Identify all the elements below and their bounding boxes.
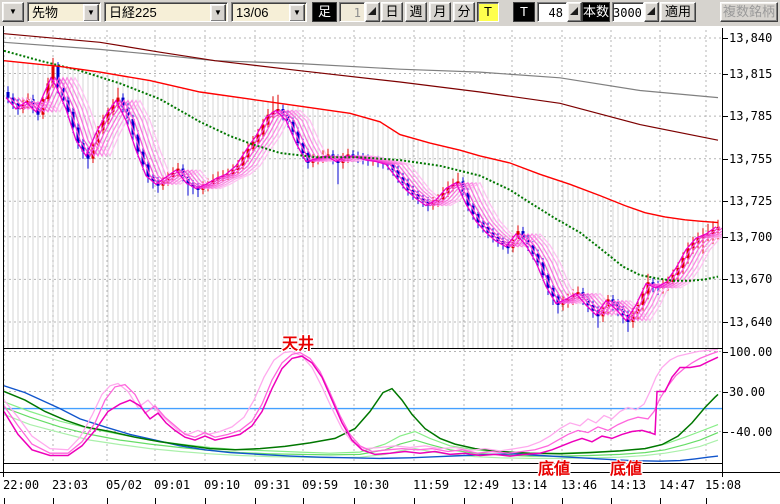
symbol-type-value: 先物	[32, 5, 58, 20]
price-tick-label: 13,785	[729, 109, 772, 123]
time-tick	[660, 498, 661, 504]
period-day-button[interactable]: 日	[381, 2, 403, 22]
mini-combo-button[interactable]: ▼	[2, 2, 24, 22]
oscillator-tick-label: 30.00	[729, 385, 765, 399]
time-tick	[562, 498, 563, 504]
time-tick	[107, 498, 108, 504]
spin-icon	[368, 7, 376, 15]
time-tick	[354, 498, 355, 504]
main-price-chart[interactable]	[4, 30, 722, 348]
price-tick	[722, 116, 728, 117]
interval-input: 1	[339, 2, 365, 22]
price-tick	[722, 38, 728, 39]
time-tick	[706, 498, 707, 504]
time-tick	[205, 498, 206, 504]
chevron-down-icon[interactable]: ▼	[210, 4, 226, 22]
price-tick	[722, 237, 728, 238]
time-tick	[255, 498, 256, 504]
time-tick-label: 09:59	[302, 478, 338, 492]
symbol-name-combo[interactable]: 日経225 ▼	[104, 2, 228, 22]
oscillator-panel[interactable]	[4, 348, 722, 464]
oscillator-tick-label: -40.00	[729, 425, 772, 439]
multi-symbol-button: 複数銘柄	[720, 2, 778, 22]
tick-count-spinner[interactable]	[567, 2, 582, 22]
bar-count-input[interactable]: 3000	[612, 2, 644, 22]
chevron-down-icon: ▼	[9, 7, 17, 16]
chart-region: 13,840 13,815 13,785 13,755 13,725 13,700 13,6…	[0, 26, 780, 500]
chevron-down-icon[interactable]: ▼	[289, 4, 305, 22]
oscillator-tick-label: 100.00	[729, 345, 772, 359]
time-tick-label: 05/02	[106, 478, 142, 492]
symbol-name-value: 日経225	[109, 5, 157, 20]
time-tick-label: 12:49	[463, 478, 499, 492]
tick-interval-label: T	[513, 2, 535, 22]
chart-app-window: ▼ 先物 ▼ 日経225 ▼ 13/06 ▼ 足 1 日 週 月	[0, 0, 780, 500]
price-tick-label: 13,670	[729, 272, 772, 286]
period-minute-button[interactable]: 分	[453, 2, 475, 22]
interval-spinner[interactable]	[365, 2, 380, 22]
price-tick	[722, 322, 728, 323]
price-tick-label: 13,815	[729, 67, 772, 81]
oscillator-tick	[722, 432, 728, 433]
contract-month-value: 13/06	[236, 5, 269, 20]
price-axis-line	[722, 28, 723, 477]
time-tick-label: 13:14	[511, 478, 547, 492]
time-tick-label: 09:01	[154, 478, 190, 492]
price-tick-label: 13,755	[729, 152, 772, 166]
time-tick-label: 14:13	[610, 478, 646, 492]
time-tick	[4, 498, 5, 504]
ashi-label: 足	[312, 2, 337, 22]
oscillator-tick	[722, 392, 728, 393]
annotation-bottom-right: 底値	[610, 455, 642, 479]
bar-count-spinner[interactable]	[644, 2, 659, 22]
symbol-type-combo[interactable]: 先物 ▼	[27, 2, 101, 22]
time-tick-label: 09:31	[254, 478, 290, 492]
toolbar: ▼ 先物 ▼ 日経225 ▼ 13/06 ▼ 足 1 日 週 月	[0, 0, 780, 27]
spin-icon	[570, 7, 578, 15]
annotation-bottom-left: 底値	[538, 455, 570, 479]
oscillator-tick	[722, 352, 728, 353]
time-tick	[53, 498, 54, 504]
price-tick	[722, 159, 728, 160]
time-tick-label: 13:46	[561, 478, 597, 492]
price-tick-label: 13,700	[729, 230, 772, 244]
chevron-down-icon[interactable]: ▼	[83, 4, 99, 22]
apply-button[interactable]: 適用	[660, 2, 696, 22]
time-tick-label: 10:30	[353, 478, 389, 492]
time-tick	[512, 498, 513, 504]
time-tick	[303, 498, 304, 504]
price-tick-label: 13,840	[729, 31, 772, 45]
price-tick	[722, 201, 728, 202]
time-tick-label: 22:00	[3, 478, 39, 492]
time-tick	[155, 498, 156, 504]
time-tick-label: 11:59	[413, 478, 449, 492]
time-tick-label: 09:10	[204, 478, 240, 492]
price-tick	[722, 279, 728, 280]
period-week-button[interactable]: 週	[405, 2, 427, 22]
time-tick-label: 23:03	[52, 478, 88, 492]
time-axis-line	[0, 472, 780, 473]
price-tick-label: 13,640	[729, 315, 772, 329]
time-tick	[611, 498, 612, 504]
spin-icon	[647, 7, 655, 15]
time-tick-label: 14:47	[659, 478, 695, 492]
price-tick-label: 13,725	[729, 194, 772, 208]
annotation-ceiling: 天井	[282, 330, 314, 354]
time-tick	[414, 498, 415, 504]
period-tick-button[interactable]: T	[477, 2, 499, 22]
period-month-button[interactable]: 月	[429, 2, 451, 22]
bar-count-label: 本数	[582, 2, 610, 22]
time-tick	[464, 498, 465, 504]
contract-month-combo[interactable]: 13/06 ▼	[231, 2, 307, 22]
left-border	[3, 26, 4, 477]
time-tick-label: 15:08	[705, 478, 741, 492]
tick-count-input[interactable]: 48	[537, 2, 567, 22]
price-tick	[722, 74, 728, 75]
